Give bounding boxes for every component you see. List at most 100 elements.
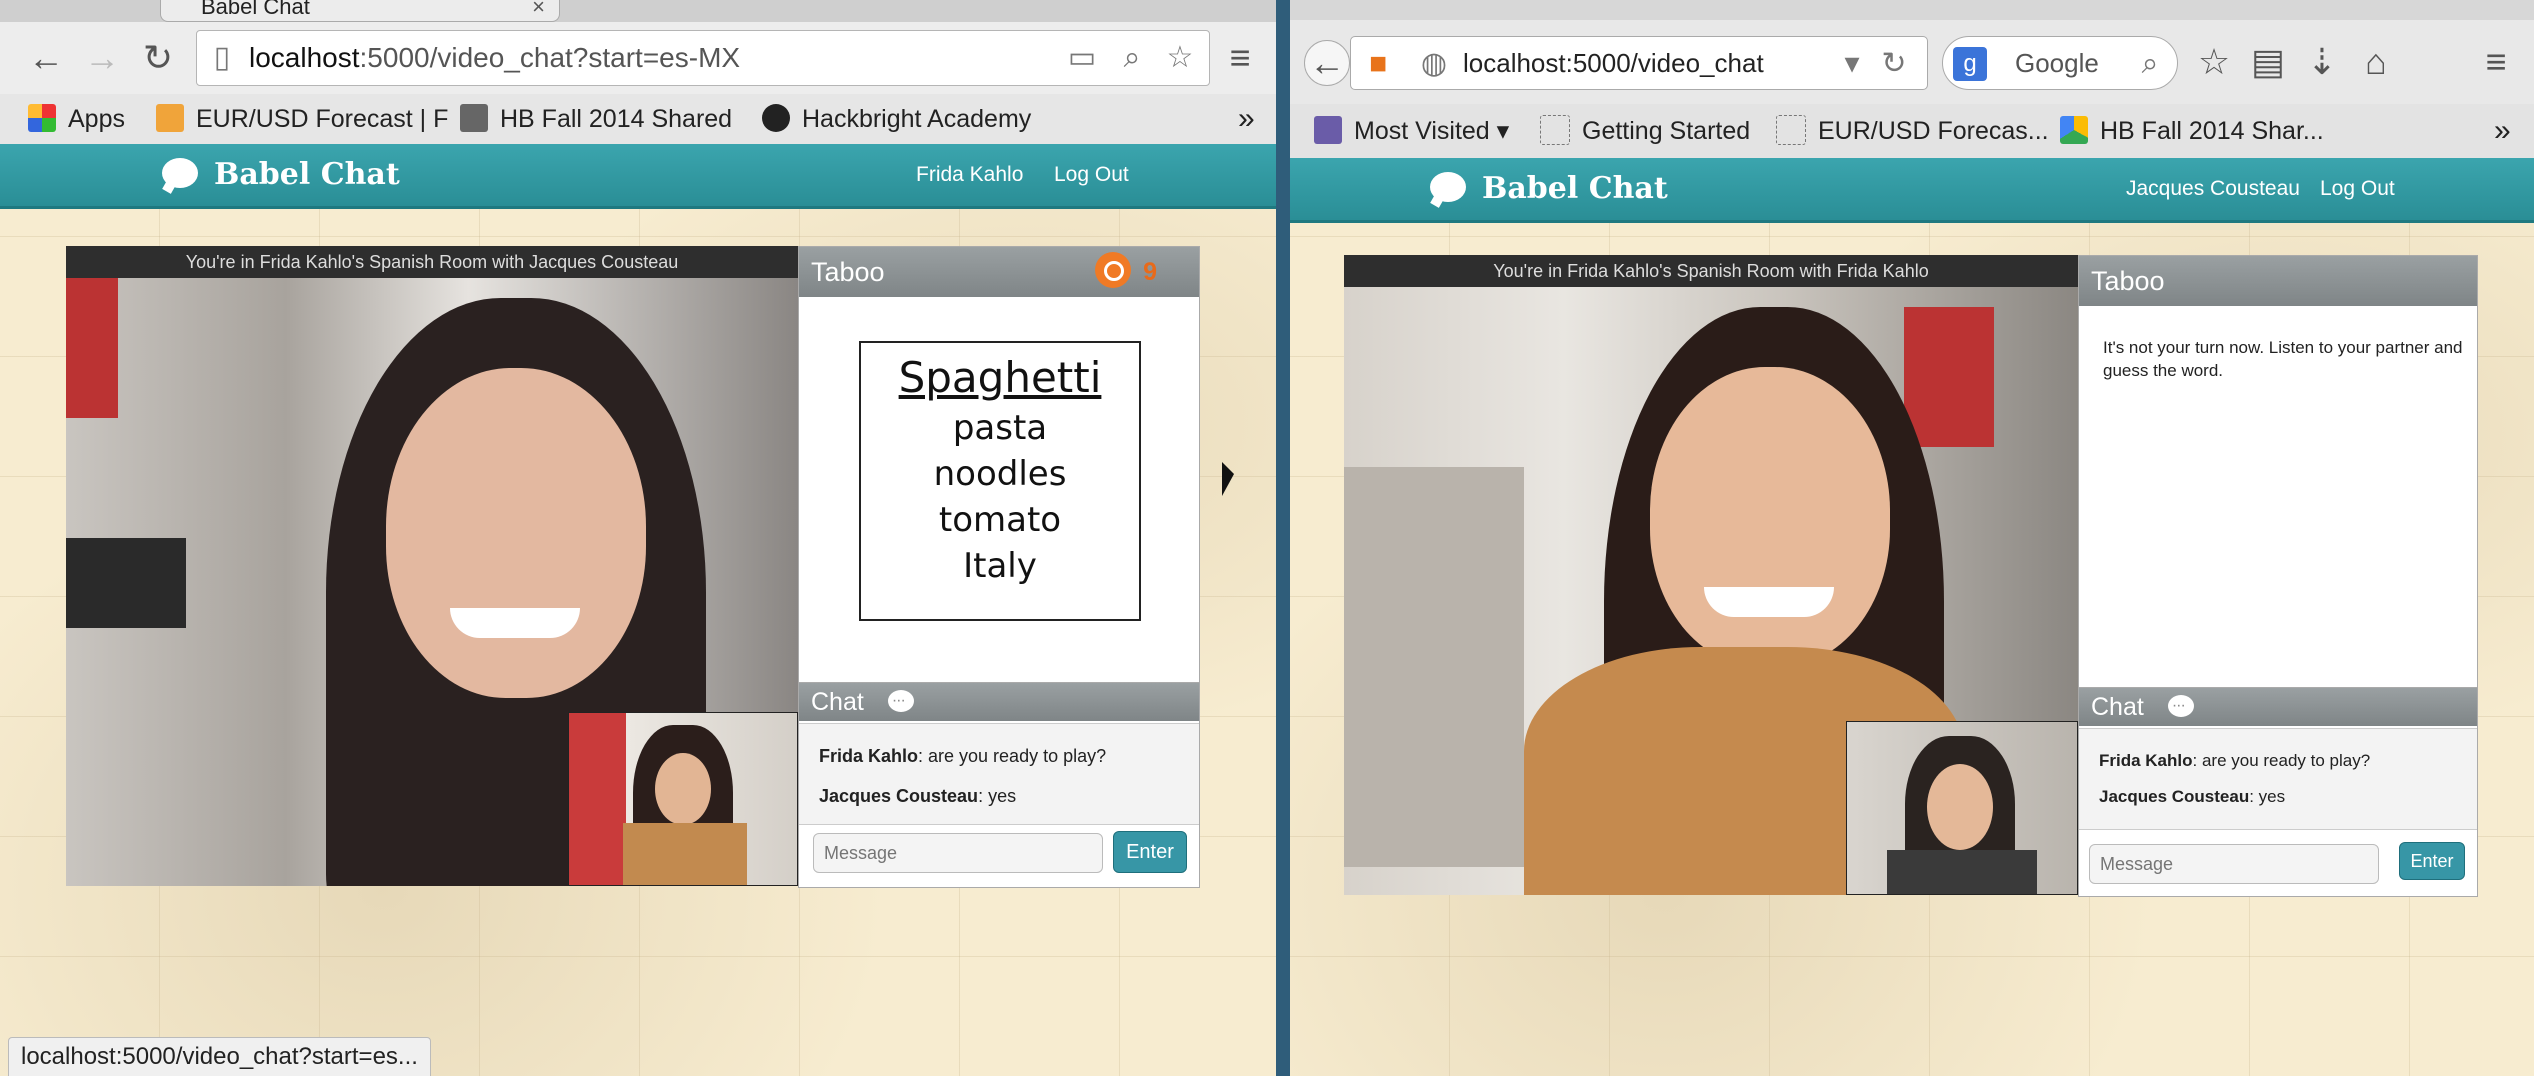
logout-link[interactable]: Log Out	[2320, 158, 2395, 220]
person-face	[386, 368, 646, 698]
self-sweater	[623, 823, 747, 885]
bookmarks-bar: Apps EUR/USD Forecast | F HB Fall 2014 S…	[0, 94, 1276, 145]
message-input[interactable]	[2089, 844, 2379, 884]
chat-message: Jacques Cousteau: yes	[819, 786, 1016, 807]
chat-message: Jacques Cousteau: yes	[2099, 787, 2285, 807]
self-face	[1927, 764, 1993, 850]
reload-icon[interactable]: ↻	[1877, 47, 1911, 81]
bookmark-eurusd[interactable]: EUR/USD Forecast | F	[156, 94, 448, 144]
app-logo[interactable]: Babel Chat	[1430, 158, 1668, 220]
bookmark-hb-fall[interactable]: HB Fall 2014 Shared	[460, 94, 732, 144]
tab-babel-chat[interactable]: Babel Chat ×	[160, 0, 560, 22]
chat-panel: Chat Frida Kahlo: are you ready to play?…	[2078, 687, 2478, 897]
star-icon[interactable]: ☆	[2192, 40, 2236, 84]
page-icon	[1540, 115, 1570, 146]
chat-title: Chat	[811, 688, 864, 716]
bookmark-hb-fall[interactable]: HB Fall 2014 Shar...	[2060, 104, 2324, 158]
message-input[interactable]	[813, 833, 1103, 873]
app-header: Babel Chat Frida Kahlo Log Out	[0, 144, 1276, 209]
reload-icon[interactable]: ↻	[136, 36, 180, 80]
video-panel: You're in Frida Kahlo's Spanish Room wit…	[1344, 255, 2078, 895]
star-icon[interactable]: ☆	[1163, 41, 1197, 75]
taboo-card: Spaghetti pasta noodles tomato Italy	[859, 341, 1141, 621]
status-bar: localhost:5000/video_chat?start=es...	[8, 1037, 431, 1076]
forward-icon[interactable]: →	[80, 36, 124, 80]
search-box[interactable]: g Google ⌕	[1942, 36, 2178, 90]
self-face	[655, 753, 711, 825]
chat-log: Frida Kahlo: are you ready to play? Jacq…	[799, 723, 1199, 825]
github-icon	[762, 104, 790, 133]
bookmarks-overflow-icon[interactable]: »	[1238, 94, 1255, 144]
address-bar[interactable]: ■ ◍ localhost:5000/video_chat ▾ ↻	[1350, 36, 1928, 90]
home-icon[interactable]: ⌂	[2354, 40, 2398, 84]
bookmark-hackbright[interactable]: Hackbright Academy	[762, 94, 1031, 144]
forex-icon	[156, 104, 184, 133]
apps-icon	[28, 104, 56, 133]
bookmark-getting-started[interactable]: Getting Started	[1540, 104, 1750, 158]
bookmarks-bar: Most Visited ▾ Getting Started EUR/USD F…	[1290, 104, 2534, 159]
camera-icon[interactable]: ▭	[1065, 41, 1099, 75]
message-text: : yes	[2249, 787, 2286, 806]
message-author: Frida Kahlo	[819, 746, 919, 766]
bookmark-label: HB Fall 2014 Shar...	[2100, 117, 2324, 145]
mouse-cursor	[1222, 462, 1234, 496]
tab-title: Babel Chat	[201, 0, 310, 19]
page-icon: ▯	[213, 41, 231, 74]
bookmark-apps[interactable]: Apps	[28, 94, 125, 144]
enter-button[interactable]: Enter	[2399, 842, 2465, 880]
bookmarks-overflow-icon[interactable]: »	[2494, 104, 2511, 158]
message-author: Jacques Cousteau	[2099, 787, 2250, 806]
back-icon[interactable]: ←	[24, 36, 68, 80]
search-placeholder: Google	[2015, 48, 2099, 78]
logo-text: Babel Chat	[1482, 171, 1668, 206]
red-panel	[66, 278, 118, 418]
user-name-link[interactable]: Frida Kahlo	[916, 144, 1023, 206]
self-view-video	[568, 712, 798, 886]
back-icon[interactable]: ←	[1304, 40, 1350, 86]
bookmark-icon	[460, 104, 488, 133]
search-icon[interactable]: ⌕	[1115, 41, 1149, 75]
tab-strip: Babel Chat ×	[0, 0, 1276, 22]
app-logo[interactable]: Babel Chat	[162, 144, 400, 206]
right-browser-window: ← ■ ◍ localhost:5000/video_chat ▾ ↻ g Go…	[1290, 0, 2534, 1076]
bookmark-label: EUR/USD Forecast | F	[196, 105, 449, 133]
url-text: localhost:5000/video_chat?start=es-MX	[249, 42, 741, 73]
taboo-word: pasta	[952, 408, 1048, 448]
menu-icon[interactable]: ≡	[2474, 40, 2518, 84]
download-icon[interactable]: ⇣	[2300, 40, 2344, 84]
alarm-clock-icon	[1095, 252, 1132, 289]
bookmark-label: Most Visited	[1354, 117, 1490, 145]
bookmark-most-visited[interactable]: Most Visited ▾	[1314, 104, 1509, 158]
tab-strip	[1290, 0, 2534, 20]
reading-list-icon[interactable]: ▤	[2246, 40, 2290, 84]
bookmark-eurusd[interactable]: EUR/USD Forecas...	[1776, 104, 2049, 158]
message-author: Frida Kahlo	[2099, 751, 2193, 770]
search-icon[interactable]: ⌕	[2133, 47, 2167, 81]
app-header: Babel Chat Jacques Cousteau Log Out	[1290, 158, 2534, 223]
chat-panel: Chat Frida Kahlo: are you ready to play?…	[798, 682, 1200, 888]
bookmark-label: Apps	[68, 105, 125, 133]
address-bar[interactable]: ▯ localhost:5000/video_chat?start=es-MX …	[196, 30, 1210, 86]
chat-log: Frida Kahlo: are you ready to play? Jacq…	[2079, 728, 2477, 830]
logo-text: Babel Chat	[214, 157, 400, 192]
chat-header: Chat	[2079, 687, 2477, 726]
chat-bubble-icon	[162, 158, 198, 188]
timer-value: 9	[1143, 258, 1157, 286]
taboo-title: Taboo	[2091, 266, 2165, 296]
message-text: : yes	[978, 786, 1017, 806]
chat-icon	[2167, 687, 2194, 725]
bookmark-label: EUR/USD Forecas...	[1818, 117, 2049, 145]
menu-icon[interactable]: ≡	[1218, 36, 1262, 80]
dropdown-icon[interactable]: ▾	[1835, 47, 1869, 81]
globe-icon: ◍	[1420, 47, 1448, 80]
browser-toolbar: ← → ↻ ▯ localhost:5000/video_chat?start=…	[0, 22, 1276, 94]
chat-message: Frida Kahlo: are you ready to play?	[819, 746, 1106, 767]
user-name-link[interactable]: Jacques Cousteau	[2126, 158, 2300, 220]
browser-toolbar: ← ■ ◍ localhost:5000/video_chat ▾ ↻ g Go…	[1290, 20, 2534, 104]
close-icon[interactable]: ×	[532, 0, 545, 18]
logout-link[interactable]: Log Out	[1054, 144, 1129, 206]
video-panel: You're in Frida Kahlo's Spanish Room wit…	[66, 246, 798, 886]
most-visited-icon	[1314, 116, 1342, 145]
self-shirt	[1887, 850, 2037, 894]
enter-button[interactable]: Enter	[1113, 831, 1187, 873]
